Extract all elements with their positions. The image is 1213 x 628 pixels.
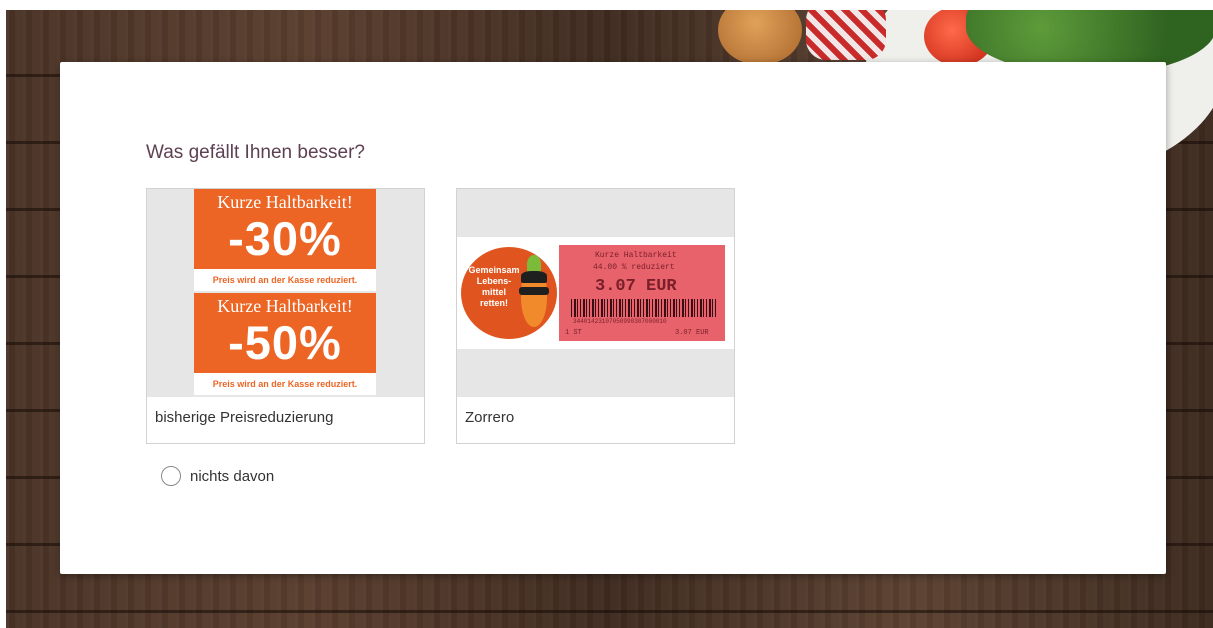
tag-percent: -30% (228, 212, 342, 265)
cloth-image (806, 10, 886, 60)
price-label-image: Kurze Haltbarkeit! -30% Preis wird an de… (147, 189, 424, 397)
zorrero-sticker: Gemeinsam Lebens- mittel retten! (461, 247, 557, 339)
tag-percent: -50% (228, 316, 342, 369)
option-label: Zorrero (465, 409, 515, 426)
barcode-icon (571, 299, 717, 317)
price-receipt: Kurze Haltbarkeit 44.00 % reduziert 3.07… (559, 245, 725, 341)
receipt-price: 3.07 EUR (595, 277, 677, 296)
sticker-text: Gemeinsam Lebens- mittel retten! (468, 265, 520, 308)
zorrero-image: Gemeinsam Lebens- mittel retten! Kurze H… (457, 189, 734, 397)
receipt-code: 34401423107050990307000010 (573, 318, 667, 325)
option-card-zorrero[interactable]: Gemeinsam Lebens- mittel retten! Kurze H… (456, 188, 735, 444)
tag-title: Kurze Haltbarkeit! (217, 192, 353, 212)
question-text: Was gefällt Ihnen besser? (146, 142, 365, 163)
tag-footer: Preis wird an der Kasse reduziert. (212, 379, 358, 389)
none-option-label: nichts davon (190, 467, 275, 485)
discount-tag-50: Kurze Haltbarkeit! -50% Preis wird an de… (194, 293, 376, 395)
option-card-bisherige-preisreduzierung[interactable]: Kurze Haltbarkeit! -30% Preis wird an de… (146, 188, 425, 444)
tag-title: Kurze Haltbarkeit! (217, 296, 353, 316)
receipt-line: 44.00 % reduziert (593, 263, 675, 272)
tag-footer: Preis wird an der Kasse reduziert. (212, 275, 358, 285)
receipt-qty: 1 ST (565, 329, 582, 337)
receipt-total: 3.07 EUR (675, 329, 709, 337)
option-label: bisherige Preisreduzierung (155, 409, 334, 426)
spoon-image (718, 10, 802, 65)
discount-tag-30: Kurze Haltbarkeit! -30% Preis wird an de… (194, 189, 376, 291)
survey-panel: Was gefällt Ihnen besser? Kurze Haltbark… (60, 62, 1166, 574)
none-option[interactable]: nichts davon (161, 466, 274, 486)
receipt-line: Kurze Haltbarkeit (595, 251, 677, 260)
radio-button[interactable] (161, 466, 181, 486)
